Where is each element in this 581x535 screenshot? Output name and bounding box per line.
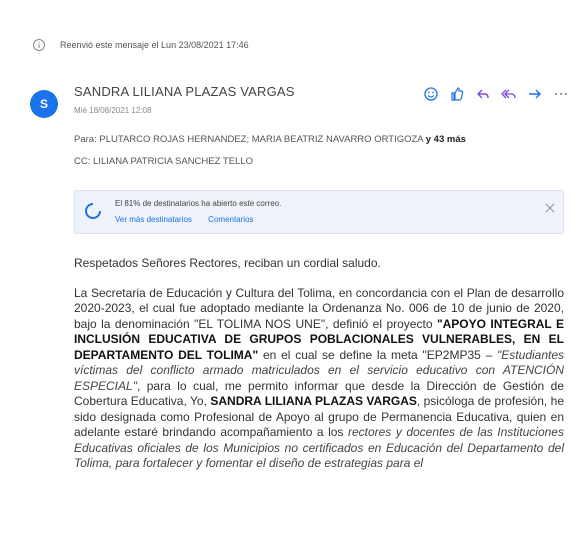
to-names[interactable]: PLUTARCO ROJAS HERNANDEZ; MARIA BEATRIZ … <box>99 134 423 145</box>
author-name: SANDRA LILIANA PLAZAS VARGAS <box>210 394 417 408</box>
smile-icon[interactable] <box>423 86 439 102</box>
message-actions <box>423 86 569 102</box>
sender-avatar[interactable]: S <box>30 90 58 118</box>
cc-recipients: CC: LILIANA PATRICIA SANCHEZ TELLO <box>74 156 253 167</box>
read-receipt-banner: El 81% de destinatarios ha abierto este … <box>74 190 564 234</box>
spinner-icon <box>83 201 103 221</box>
view-recipients-link[interactable]: Ver más destinatarios <box>115 215 192 224</box>
more-recipients-link[interactable]: y 43 más <box>426 134 466 145</box>
to-recipients: Para: PLUTARCO ROJAS HERNANDEZ; MARIA BE… <box>74 134 466 145</box>
forward-notice-text: Reenvió este mensaje el Lun 23/08/2021 1… <box>60 40 249 50</box>
body-text-2: en el cual se define la meta "EP2MP35 – <box>258 347 498 362</box>
sender-name[interactable]: SANDRA LILIANA PLAZAS VARGAS <box>74 84 295 99</box>
body-paragraph: La Secretaria de Educación y Cultura del… <box>74 286 564 472</box>
to-label: Para: <box>74 134 97 145</box>
greeting: Respetados Señores Rectores, reciban un … <box>74 256 381 270</box>
cc-names[interactable]: LILIANA PATRICIA SANCHEZ TELLO <box>93 156 253 167</box>
read-status-text: El 81% de destinatarios ha abierto este … <box>115 199 282 208</box>
cc-label: CC: <box>74 156 91 167</box>
reply-icon[interactable] <box>475 86 491 102</box>
forward-icon[interactable] <box>527 86 543 102</box>
forward-notice-bar: Reenvió este mensaje el Lun 23/08/2021 1… <box>32 38 561 52</box>
reply-all-icon[interactable] <box>501 86 517 102</box>
sent-date: Mié 18/08/2021 12:08 <box>74 106 152 115</box>
comments-link[interactable]: Comentarios <box>208 215 253 224</box>
email-reading-pane: Reenvió este mensaje el Lun 23/08/2021 1… <box>0 0 581 535</box>
read-status-links: Ver más destinatarios Comentarios <box>115 215 268 224</box>
like-icon[interactable] <box>449 86 465 102</box>
more-icon[interactable] <box>553 86 569 102</box>
close-icon[interactable] <box>543 201 557 215</box>
message-body: Respetados Señores Rectores, reciban un … <box>74 256 564 472</box>
message-header: S SANDRA LILIANA PLAZAS VARGAS Mié 18/08… <box>30 84 569 184</box>
info-circle-icon <box>32 38 46 52</box>
